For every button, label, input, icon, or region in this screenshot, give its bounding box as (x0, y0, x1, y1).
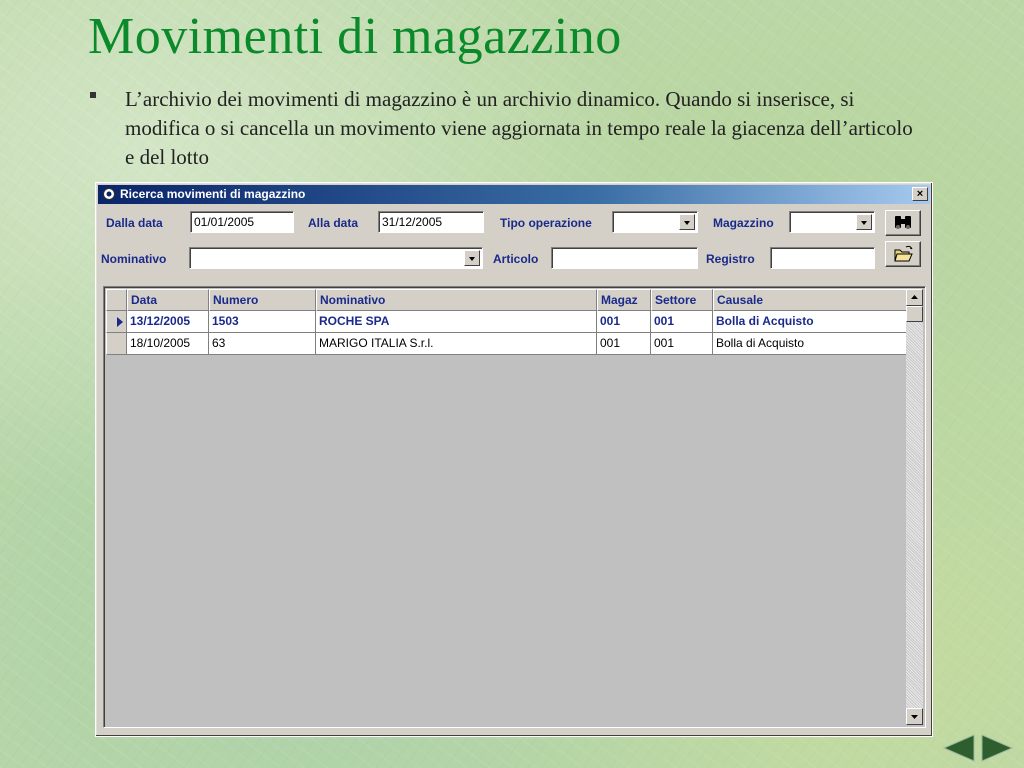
registro-label: Registro (706, 252, 755, 266)
cell-nominativo[interactable]: ROCHE SPA (316, 311, 597, 333)
dalla-data-field[interactable]: 01/01/2005 (190, 211, 294, 233)
window-title: Ricerca movimenti di magazzino (120, 187, 306, 201)
cell-magaz[interactable]: 001 (597, 311, 651, 333)
previous-slide-button[interactable] (940, 733, 976, 763)
table-row[interactable]: 13/12/2005 1503 ROCHE SPA 001 001 Bolla … (106, 311, 907, 333)
scroll-down-button[interactable] (906, 708, 923, 725)
column-header-causale[interactable]: Causale (713, 289, 907, 311)
search-button[interactable] (885, 210, 921, 236)
row-indicator[interactable] (106, 311, 127, 333)
app-icon (103, 188, 115, 200)
search-window: Ricerca movimenti di magazzino × Dalla d… (95, 182, 933, 737)
table-row[interactable]: 18/10/2005 63 MARIGO ITALIA S.r.l. 001 0… (106, 333, 907, 355)
tipo-operazione-label: Tipo operazione (500, 216, 592, 230)
bullet-text: L’archivio dei movimenti di magazzino è … (125, 87, 913, 169)
column-header-nominativo[interactable]: Nominativo (316, 289, 597, 311)
column-header-numero[interactable]: Numero (209, 289, 316, 311)
chevron-down-icon[interactable] (856, 214, 872, 230)
articolo-label: Articolo (493, 252, 539, 266)
arrow-up-icon (911, 295, 918, 299)
window-titlebar[interactable]: Ricerca movimenti di magazzino × (98, 185, 930, 204)
articolo-field[interactable] (551, 247, 698, 269)
row-indicator-header (106, 289, 127, 311)
tipo-operazione-select[interactable] (612, 211, 698, 233)
results-grid: Data Numero Nominativo Magaz Settore Cau… (103, 286, 926, 728)
triangle-right-icon (981, 734, 1014, 762)
column-header-magaz[interactable]: Magaz (597, 289, 651, 311)
alla-data-field[interactable]: 31/12/2005 (378, 211, 484, 233)
scroll-thumb[interactable] (906, 306, 923, 322)
cell-settore[interactable]: 001 (651, 333, 713, 355)
binoculars-icon (895, 216, 911, 229)
bullet-marker (90, 92, 96, 98)
chevron-down-icon[interactable] (679, 214, 695, 230)
cell-causale[interactable]: Bolla di Acquisto (713, 311, 907, 333)
open-button[interactable] (885, 241, 921, 267)
vertical-scrollbar[interactable] (906, 289, 923, 725)
cell-causale[interactable]: Bolla di Acquisto (713, 333, 907, 355)
cell-numero[interactable]: 1503 (209, 311, 316, 333)
next-slide-button[interactable] (980, 733, 1016, 763)
close-button[interactable]: × (912, 187, 928, 201)
chevron-down-icon[interactable] (464, 250, 480, 266)
nominativo-label: Nominativo (101, 252, 167, 266)
scroll-up-button[interactable] (906, 289, 923, 306)
nominativo-select[interactable] (189, 247, 483, 269)
grid-header-row: Data Numero Nominativo Magaz Settore Cau… (106, 289, 907, 311)
cell-nominativo[interactable]: MARIGO ITALIA S.r.l. (316, 333, 597, 355)
cell-settore[interactable]: 001 (651, 311, 713, 333)
cell-magaz[interactable]: 001 (597, 333, 651, 355)
triangle-left-icon (942, 734, 975, 762)
magazzino-select[interactable] (789, 211, 875, 233)
column-header-data[interactable]: Data (127, 289, 209, 311)
registro-field[interactable] (770, 247, 875, 269)
current-row-arrow-icon (117, 317, 123, 327)
cell-data[interactable]: 18/10/2005 (127, 333, 209, 355)
column-header-settore[interactable]: Settore (651, 289, 713, 311)
cell-data[interactable]: 13/12/2005 (127, 311, 209, 333)
cell-numero[interactable]: 63 (209, 333, 316, 355)
row-indicator[interactable] (106, 333, 127, 355)
alla-data-label: Alla data (308, 216, 359, 230)
slide-title: Movimenti di magazzino (88, 8, 622, 65)
arrow-down-icon (911, 715, 918, 719)
magazzino-label: Magazzino (713, 216, 774, 230)
open-folder-icon (894, 245, 913, 262)
dalla-data-label: Dalla data (106, 216, 163, 230)
